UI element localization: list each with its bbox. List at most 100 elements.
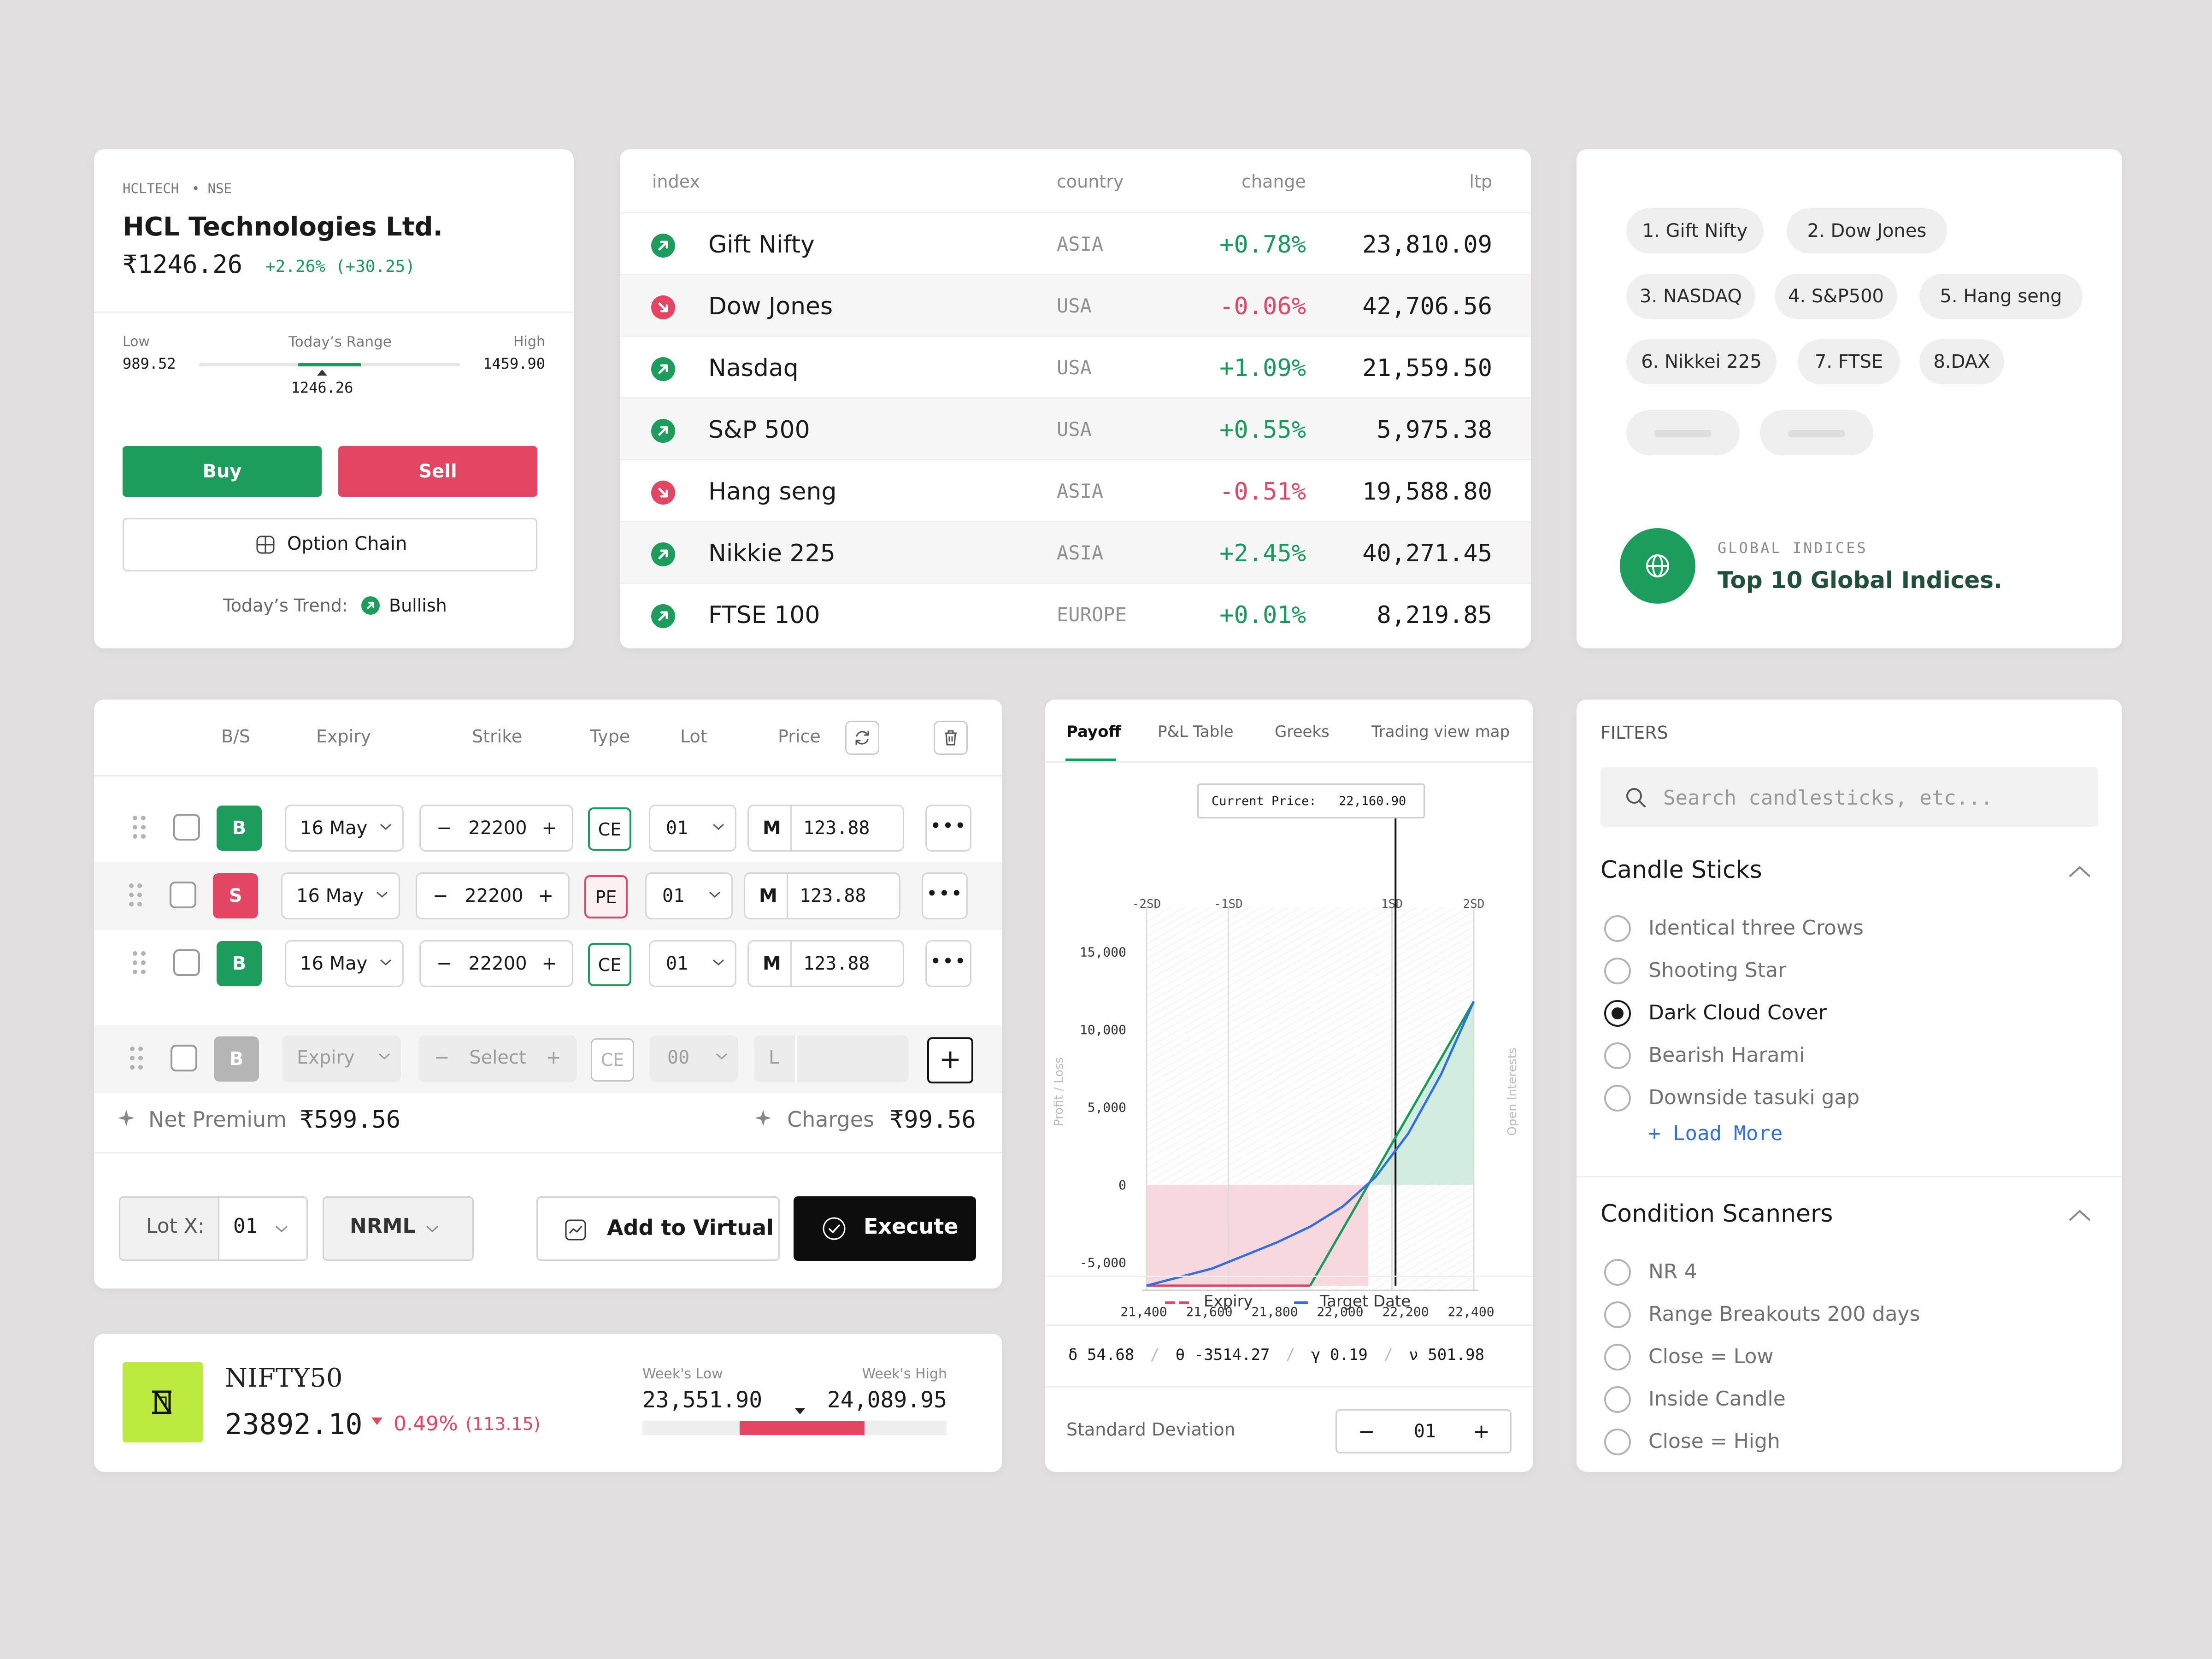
- refresh-button[interactable]: [845, 721, 879, 755]
- delete-button[interactable]: [934, 721, 968, 755]
- more-options-button[interactable]: •••: [922, 872, 968, 919]
- chip-dax[interactable]: 8.DAX: [1919, 339, 2004, 384]
- chevron-up-icon[interactable]: [2068, 865, 2092, 879]
- scanner-radio[interactable]: [1604, 1344, 1631, 1371]
- scanner-radio[interactable]: [1604, 1301, 1631, 1328]
- scanner-option-label[interactable]: NR 4: [1648, 1260, 1697, 1283]
- plus-icon[interactable]: +: [546, 1035, 561, 1080]
- load-more-link[interactable]: + Load More: [1648, 1122, 1783, 1145]
- scanner-radio[interactable]: [1604, 1429, 1631, 1455]
- more-options-button[interactable]: •••: [925, 805, 971, 852]
- chip-nikkei[interactable]: 6. Nikkei 225: [1626, 339, 1777, 384]
- scanner-option-label[interactable]: Range Breakouts 200 days: [1648, 1302, 1920, 1326]
- index-row[interactable]: FTSE 100 EUROPE +0.01% 8,219.85: [620, 582, 1531, 646]
- col-lot-header: Lot: [680, 726, 707, 747]
- tab-greeks[interactable]: Greeks: [1275, 723, 1330, 741]
- candle-option-label[interactable]: Dark Cloud Cover: [1648, 1001, 1827, 1024]
- add-to-virtual-button[interactable]: Add to Virtual: [536, 1196, 780, 1261]
- drag-handle-icon[interactable]: [131, 949, 147, 976]
- chip-hang-seng[interactable]: 5. Hang seng: [1919, 274, 2083, 319]
- index-row[interactable]: Hang seng ASIA -0.51% 19,588.80: [620, 459, 1531, 522]
- lot-select[interactable]: 00: [650, 1035, 738, 1082]
- leg-checkbox[interactable]: [170, 882, 196, 908]
- execute-button[interactable]: Execute: [794, 1196, 976, 1261]
- candle-radio[interactable]: [1604, 958, 1631, 984]
- candle-option-label[interactable]: Bearish Harami: [1648, 1043, 1805, 1067]
- tab-pl-table[interactable]: P&L Table: [1158, 723, 1234, 741]
- candle-option-label[interactable]: Shooting Star: [1648, 959, 1786, 982]
- chevron-down-icon: [376, 890, 388, 899]
- strike-stepper[interactable]: −22200 +: [419, 940, 573, 987]
- candle-option-label[interactable]: Identical three Crows: [1648, 916, 1864, 940]
- std-dev-stepper[interactable]: − 01 +: [1335, 1409, 1512, 1453]
- lot-value: 01: [666, 953, 688, 974]
- scanner-radio[interactable]: [1604, 1259, 1631, 1286]
- plus-icon[interactable]: +: [538, 874, 553, 918]
- leg-checkbox[interactable]: [171, 1045, 197, 1071]
- leg-checkbox[interactable]: [173, 814, 200, 841]
- price-input[interactable]: M 123.88: [747, 805, 904, 852]
- add-leg-button[interactable]: +: [927, 1037, 973, 1083]
- candle-radio[interactable]: [1604, 915, 1631, 942]
- buy-button[interactable]: Buy: [123, 446, 322, 497]
- chip-gift-nifty[interactable]: 1. Gift Nifty: [1626, 208, 1764, 253]
- price-input[interactable]: L: [754, 1035, 909, 1082]
- expiry-select[interactable]: Expiry: [282, 1035, 401, 1082]
- strike-stepper[interactable]: − Select +: [418, 1035, 577, 1082]
- option-type-badge[interactable]: CE: [591, 1038, 634, 1082]
- drag-handle-icon[interactable]: [131, 814, 147, 841]
- strike-stepper[interactable]: −22200 +: [419, 805, 573, 852]
- leg-side-badge[interactable]: B: [217, 806, 262, 851]
- candle-radio[interactable]: [1604, 1042, 1631, 1069]
- lot-select[interactable]: 01: [649, 940, 736, 987]
- index-row[interactable]: Nasdaq USA +1.09% 21,559.50: [620, 335, 1531, 399]
- chip-nasdaq[interactable]: 3. NASDAQ: [1626, 274, 1755, 319]
- more-options-button[interactable]: •••: [925, 940, 971, 987]
- option-chain-button[interactable]: Option Chain: [123, 518, 537, 571]
- scanner-radio[interactable]: [1604, 1386, 1631, 1413]
- leg-side-badge[interactable]: B: [217, 941, 262, 986]
- option-type-badge[interactable]: PE: [584, 875, 628, 918]
- option-type-badge[interactable]: CE: [588, 807, 631, 851]
- candle-option-label[interactable]: Downside tasuki gap: [1648, 1086, 1859, 1109]
- price-input[interactable]: M 123.88: [744, 872, 900, 919]
- leg-side-badge[interactable]: B: [214, 1036, 259, 1082]
- index-row[interactable]: S&P 500 USA +0.55% 5,975.38: [620, 397, 1531, 460]
- plus-icon[interactable]: +: [541, 941, 557, 986]
- strike-stepper[interactable]: −22200 +: [416, 872, 570, 919]
- plus-icon[interactable]: +: [541, 806, 557, 850]
- price-input[interactable]: M 123.88: [747, 940, 904, 987]
- chip-sp500[interactable]: 4. S&P500: [1775, 274, 1897, 319]
- search-input[interactable]: Search candlesticks, etc...: [1600, 767, 2098, 827]
- scanner-option-label[interactable]: Close = Low: [1648, 1345, 1773, 1368]
- chip-ftse[interactable]: 7. FTSE: [1798, 339, 1900, 384]
- drag-handle-icon[interactable]: [127, 882, 144, 908]
- leg-side-badge[interactable]: S: [213, 873, 258, 918]
- leg-checkbox[interactable]: [173, 949, 200, 976]
- tab-trading-view-map[interactable]: Trading view map: [1371, 723, 1510, 741]
- candle-radio[interactable]: [1604, 1000, 1631, 1027]
- sell-button[interactable]: Sell: [338, 446, 537, 497]
- chip-dow-jones[interactable]: 2. Dow Jones: [1787, 208, 1947, 253]
- expiry-select[interactable]: 16 May: [285, 940, 404, 987]
- plus-icon[interactable]: +: [1473, 1420, 1490, 1443]
- lot-select[interactable]: 01: [645, 872, 733, 919]
- scanner-option-label[interactable]: Close = High: [1648, 1430, 1780, 1453]
- chevron-down-icon: [275, 1225, 288, 1233]
- expiry-select[interactable]: 16 May: [285, 805, 404, 852]
- option-type-badge[interactable]: CE: [588, 943, 631, 986]
- index-row[interactable]: Gift Nifty ASIA +0.78% 23,810.09: [620, 212, 1531, 275]
- expiry-select[interactable]: 16 May: [281, 872, 400, 919]
- index-row[interactable]: Nikkie 225 ASIA +2.45% 40,271.45: [620, 521, 1531, 584]
- candle-radio[interactable]: [1604, 1085, 1631, 1112]
- tab-payoff[interactable]: Payoff: [1066, 723, 1121, 741]
- lot-multiplier[interactable]: Lot X: 01: [119, 1196, 308, 1261]
- index-row[interactable]: Dow Jones USA -0.06% 42,706.56: [620, 274, 1531, 337]
- lot-select[interactable]: 01: [649, 805, 736, 852]
- drag-handle-icon[interactable]: [128, 1045, 145, 1071]
- chevron-up-icon[interactable]: [2068, 1208, 2092, 1223]
- index-name: Hang seng: [708, 478, 837, 506]
- lot-multiplier-select[interactable]: 01: [218, 1198, 306, 1259]
- product-select[interactable]: NRML: [323, 1196, 474, 1261]
- scanner-option-label[interactable]: Inside Candle: [1648, 1387, 1786, 1411]
